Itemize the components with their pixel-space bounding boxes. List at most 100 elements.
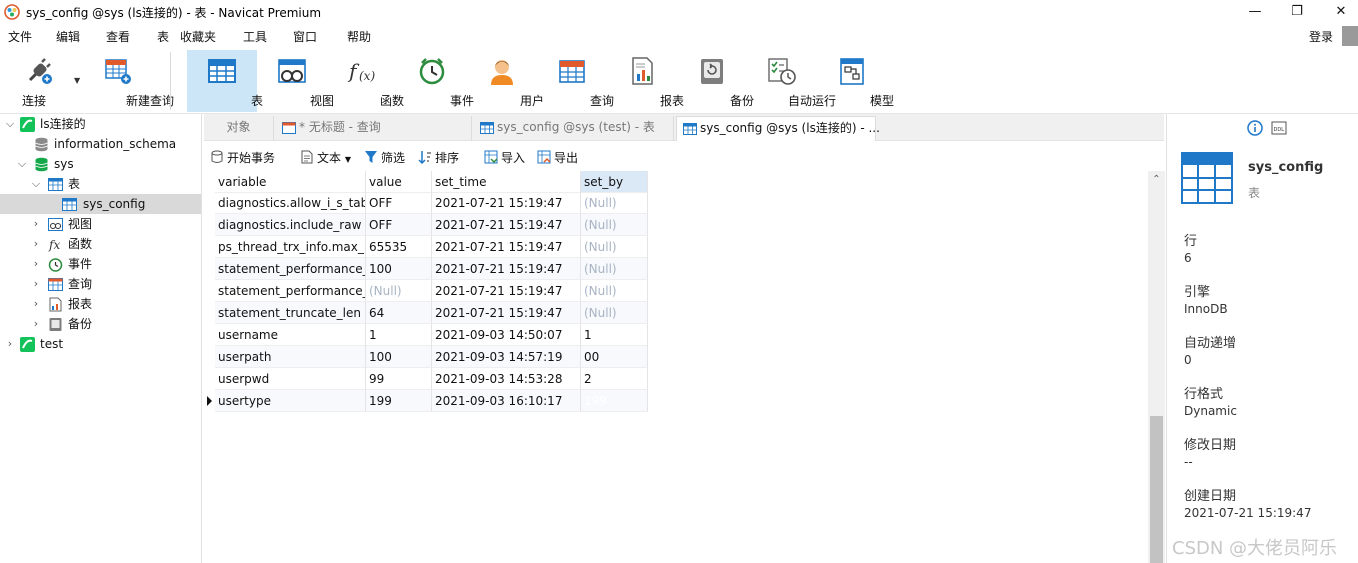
cell-set-time[interactable]: 2021-07-21 15:19:47 xyxy=(432,214,581,236)
side-panel-tab[interactable] xyxy=(1342,26,1358,46)
cell-set-by[interactable]: 00 xyxy=(581,346,648,368)
tree-reports-folder[interactable]: › 报表 xyxy=(30,294,200,314)
toolbar-view-button[interactable]: 视图 xyxy=(262,50,334,112)
expand-arrow-icon[interactable]: › xyxy=(30,274,42,294)
column-header-variable[interactable]: variable xyxy=(215,171,366,193)
cell-value[interactable]: 99 xyxy=(366,368,432,390)
toolbar-function-button[interactable]: f (x) 函数 xyxy=(332,50,404,112)
tab-objects[interactable]: 对象 xyxy=(204,116,274,141)
minimize-button[interactable]: — xyxy=(1232,0,1278,24)
cell-set-time[interactable]: 2021-09-03 14:53:28 xyxy=(432,368,581,390)
menu-help[interactable]: 帮助 xyxy=(347,28,371,45)
toolbar-backup-button[interactable]: 备份 xyxy=(682,50,754,112)
scrollbar-thumb[interactable] xyxy=(1150,416,1163,563)
dropdown-arrow-icon[interactable]: ▼ xyxy=(345,155,351,164)
toolbar-connect-button[interactable]: 连接 ▼ xyxy=(8,50,80,112)
dropdown-arrow-icon[interactable]: ▼ xyxy=(74,76,80,85)
cell-value[interactable]: 100 xyxy=(366,258,432,280)
cell-set-by[interactable]: 199 xyxy=(581,390,648,412)
tree-connection-ls[interactable]: ⌵ ls连接的 xyxy=(4,114,200,134)
cell-set-time[interactable]: 2021-09-03 16:10:17 xyxy=(432,390,581,412)
menu-file[interactable]: 文件 xyxy=(8,28,32,45)
cell-variable[interactable]: statement_performance_analyzer.limit xyxy=(215,258,366,280)
cell-set-by[interactable]: (Null) xyxy=(581,214,648,236)
expand-arrow-icon[interactable]: › xyxy=(30,294,42,314)
tree-events-folder[interactable]: › 事件 xyxy=(30,254,200,274)
expand-arrow-icon[interactable]: › xyxy=(4,334,16,354)
toolbar-user-button[interactable]: 用户 xyxy=(472,50,544,112)
ddl-icon[interactable]: DDL xyxy=(1271,120,1287,136)
menu-favorites[interactable]: 收藏夹 xyxy=(180,28,216,45)
menu-window[interactable]: 窗口 xyxy=(293,28,317,45)
cell-value[interactable]: OFF xyxy=(366,214,432,236)
tab-sys-config-test[interactable]: sys_config @sys (test) - 表 xyxy=(474,116,674,141)
expand-arrow-icon[interactable]: › xyxy=(30,254,42,274)
cell-value[interactable]: 1 xyxy=(366,324,432,346)
restore-button[interactable]: ❐ xyxy=(1274,0,1320,24)
tree-backups-folder[interactable]: › 备份 xyxy=(30,314,200,334)
collapse-arrow-icon[interactable]: ⌵ xyxy=(16,154,28,174)
tree-tables-folder[interactable]: ⌵ 表 xyxy=(30,174,200,194)
column-header-set-time[interactable]: set_time xyxy=(432,171,581,193)
cell-value[interactable]: 199 xyxy=(366,390,432,412)
text-button[interactable]: 文本 ▼ xyxy=(300,149,351,167)
close-button[interactable]: ✕ xyxy=(1318,0,1358,24)
tree-db-information-schema[interactable]: information_schema xyxy=(20,134,200,154)
cell-set-by[interactable]: (Null) xyxy=(581,280,648,302)
cell-set-by[interactable]: (Null) xyxy=(581,258,648,280)
cell-set-time[interactable]: 2021-07-21 15:19:47 xyxy=(432,258,581,280)
cell-set-by[interactable]: 2 xyxy=(581,368,648,390)
cell-variable[interactable]: statement_truncate_len xyxy=(215,302,366,324)
column-header-set-by[interactable]: set_by xyxy=(581,171,648,193)
cell-set-by[interactable]: 1 xyxy=(581,324,648,346)
filter-button[interactable]: 筛选 xyxy=(364,149,405,167)
expand-arrow-icon[interactable]: › xyxy=(30,314,42,334)
cell-set-by[interactable]: (Null) xyxy=(581,192,648,214)
cell-set-by[interactable]: (Null) xyxy=(581,302,648,324)
info-icon[interactable] xyxy=(1247,120,1263,136)
cell-value[interactable]: 65535 xyxy=(366,236,432,258)
cell-variable[interactable]: username xyxy=(215,324,366,346)
toolbar-model-button[interactable]: 模型 xyxy=(822,50,894,112)
expand-arrow-icon[interactable]: › xyxy=(30,234,42,254)
cell-variable[interactable]: ps_thread_trx_info.max_length xyxy=(215,236,366,258)
toolbar-report-button[interactable]: 报表 xyxy=(612,50,684,112)
cell-value[interactable]: 64 xyxy=(366,302,432,324)
cell-set-time[interactable]: 2021-07-21 15:19:47 xyxy=(432,236,581,258)
column-header-value[interactable]: value xyxy=(366,171,432,193)
tree-connection-test[interactable]: › test xyxy=(4,334,200,354)
tab-untitled-query[interactable]: * 无标题 - 查询 xyxy=(276,116,472,141)
cell-variable[interactable]: diagnostics.allow_i_s_tables xyxy=(215,192,366,214)
cell-variable[interactable]: statement_performance_analyzer.view xyxy=(215,280,366,302)
cell-value[interactable]: OFF xyxy=(366,192,432,214)
menu-table[interactable]: 表 xyxy=(157,28,169,45)
collapse-arrow-icon[interactable]: ⌵ xyxy=(30,174,42,194)
tree-views-folder[interactable]: › 视图 xyxy=(30,214,200,234)
export-button[interactable]: 导出 xyxy=(537,149,578,167)
cell-variable[interactable]: diagnostics.include_raw xyxy=(215,214,366,236)
collapse-arrow-icon[interactable]: ⌵ xyxy=(4,114,16,134)
toolbar-auto-run-button[interactable]: 自动运行 xyxy=(752,50,836,112)
scroll-up-icon[interactable]: ⌃ xyxy=(1148,171,1165,188)
menu-edit[interactable]: 编辑 xyxy=(56,28,80,45)
expand-arrow-icon[interactable]: › xyxy=(30,214,42,234)
tree-queries-folder[interactable]: › 查询 xyxy=(30,274,200,294)
tree-db-sys[interactable]: ⌵ sys xyxy=(16,154,200,174)
cell-set-time[interactable]: 2021-09-03 14:57:19 xyxy=(432,346,581,368)
menu-view[interactable]: 查看 xyxy=(106,28,130,45)
toolbar-event-button[interactable]: 事件 xyxy=(402,50,474,112)
sort-button[interactable]: 排序 xyxy=(418,149,459,167)
toolbar-table-button[interactable]: 表 xyxy=(187,50,263,112)
tree-table-sys-config[interactable]: sys_config xyxy=(0,194,201,214)
cell-set-by[interactable]: (Null) xyxy=(581,236,648,258)
cell-set-time[interactable]: 2021-07-21 15:19:47 xyxy=(432,302,581,324)
vertical-scrollbar[interactable]: ⌃ xyxy=(1148,171,1165,563)
tree-functions-folder[interactable]: › fx 函数 xyxy=(30,234,200,254)
cell-set-time[interactable]: 2021-07-21 15:19:47 xyxy=(432,280,581,302)
cell-value[interactable]: 100 xyxy=(366,346,432,368)
login-link[interactable]: 登录 xyxy=(1309,28,1333,45)
cell-variable[interactable]: userpwd xyxy=(215,368,366,390)
toolbar-new-query-button[interactable]: 新建查询 xyxy=(88,50,174,112)
menu-tools[interactable]: 工具 xyxy=(243,28,267,45)
toolbar-query-button[interactable]: 查询 xyxy=(542,50,614,112)
